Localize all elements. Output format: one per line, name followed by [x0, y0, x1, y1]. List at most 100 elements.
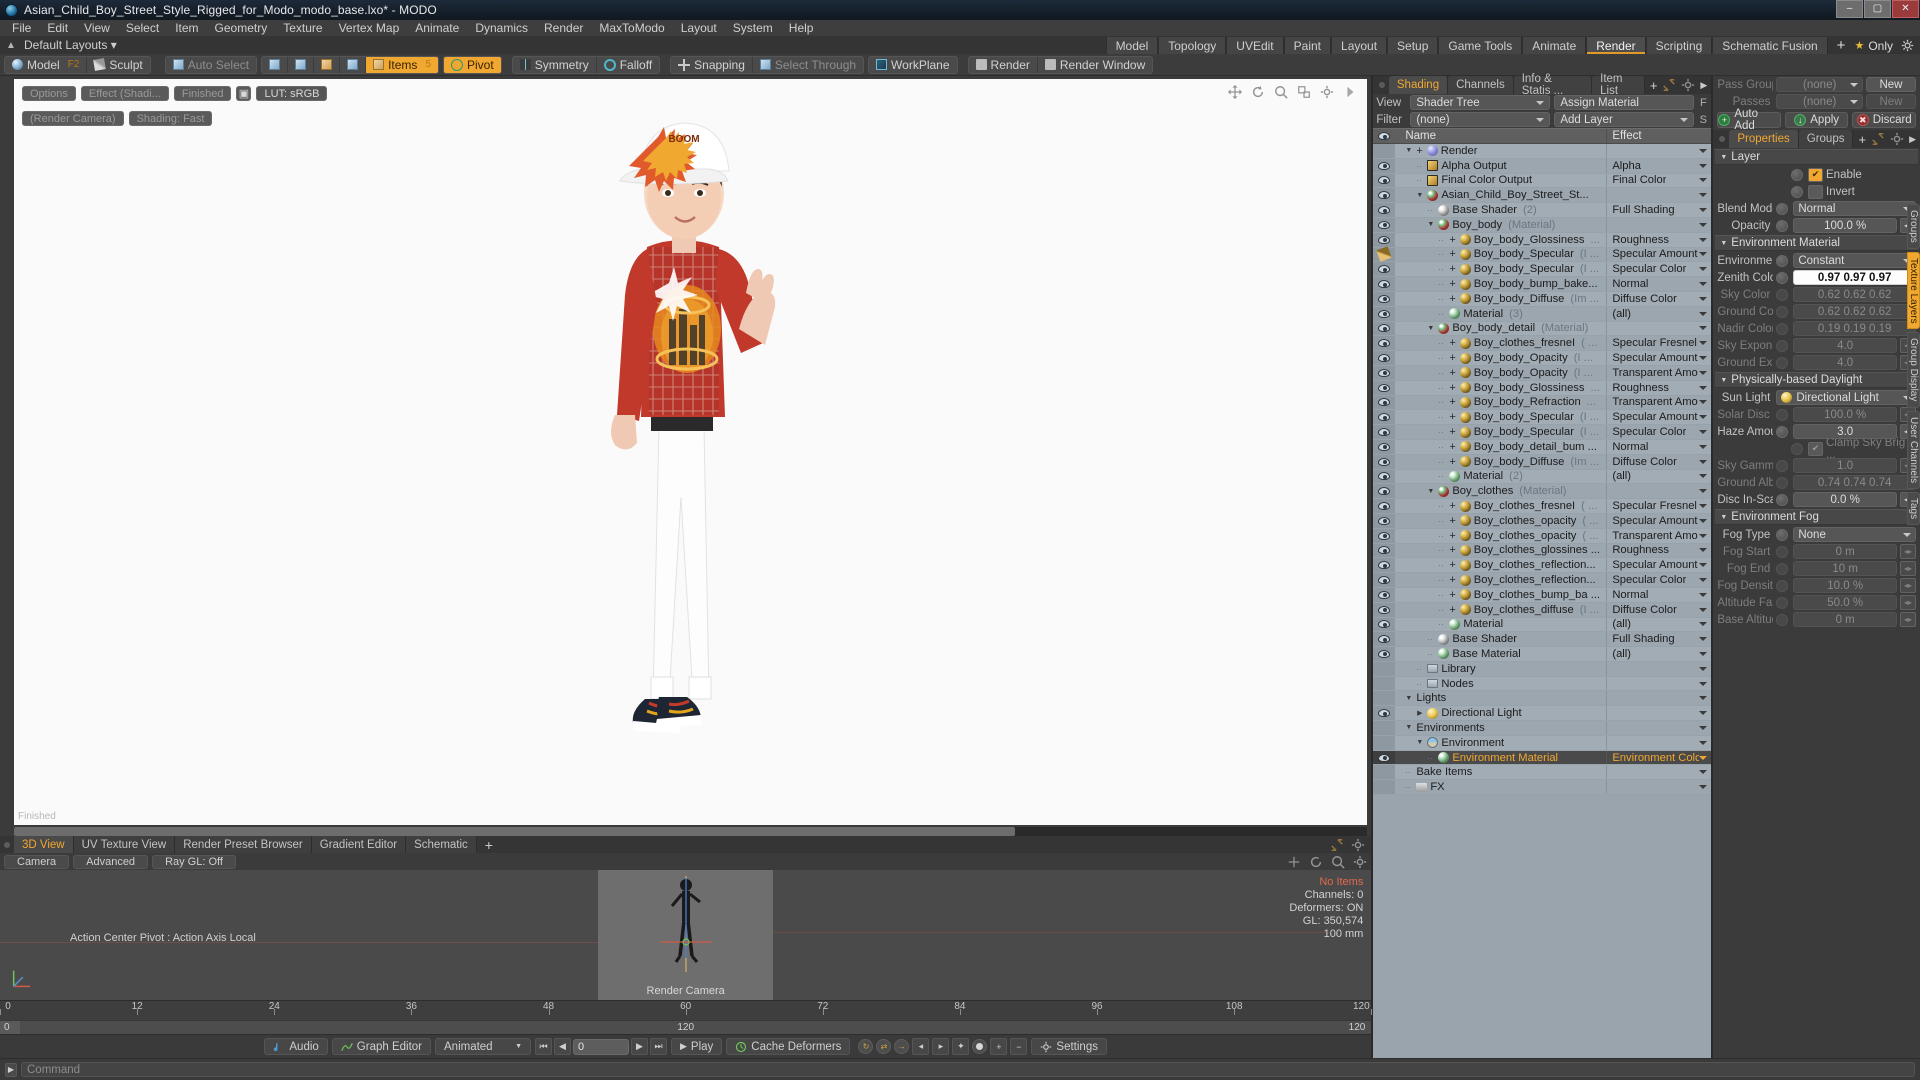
eye-icon[interactable] — [1373, 217, 1396, 232]
chevron-down-icon[interactable] — [1699, 459, 1708, 464]
viewport-lut-chip[interactable]: LUT: sRGB — [256, 86, 328, 101]
last-frame-button[interactable]: ⏭ — [650, 1038, 667, 1055]
shader-tree-row-effect[interactable]: Roughness — [1606, 232, 1711, 247]
settings-button[interactable]: Settings — [1031, 1038, 1107, 1055]
shader-tree-row-effect[interactable]: Transparent Amo ... — [1606, 528, 1711, 543]
symmetry-button[interactable]: Symmetry — [513, 56, 597, 73]
shader-tree-row[interactable]: ·· + Boy_body_Glossiness... Roughness — [1373, 232, 1712, 248]
tree-disclosure-icon[interactable]: ▼ — [1404, 695, 1413, 702]
environment-material-field[interactable]: 0.19 0.19 0.19 — [1793, 321, 1916, 336]
shader-tree-row[interactable]: ·· Bake Items — [1373, 765, 1712, 781]
viewport-horizontal-scrollbar[interactable] — [14, 827, 1368, 836]
shader-tree-row[interactable]: ▼ Lights — [1373, 691, 1712, 707]
timeline-ruler[interactable]: 0 12 24 36 48 60 72 84 96 108 120 — [0, 1001, 1373, 1019]
filter-dropdown[interactable]: (none) — [1410, 112, 1551, 127]
chevron-down-icon[interactable] — [1699, 326, 1708, 331]
expand-texture-icon[interactable]: + — [1449, 589, 1455, 601]
enable-checkbox[interactable]: ✔ — [1808, 167, 1823, 182]
pass-groups-dropdown[interactable]: (none) — [1776, 77, 1863, 92]
daylight-knob[interactable] — [1776, 425, 1789, 438]
environment-fog-field[interactable]: 50.0 % — [1793, 595, 1897, 610]
scrollbar-track[interactable] — [1015, 827, 1367, 836]
expand-texture-icon[interactable]: + — [1449, 396, 1455, 408]
sculpt-mode-button[interactable]: Sculpt — [87, 57, 149, 73]
chevron-down-icon[interactable] — [1699, 770, 1708, 775]
expand-texture-icon[interactable]: + — [1449, 382, 1455, 394]
menu-item-select[interactable]: Select — [118, 20, 167, 37]
environment-material-knob[interactable] — [1776, 254, 1789, 267]
expand-texture-icon[interactable]: + — [1449, 337, 1455, 349]
eye-icon[interactable] — [1373, 484, 1396, 499]
chevron-right-icon[interactable]: ▶ — [5, 1062, 17, 1077]
chevron-down-icon[interactable] — [1699, 637, 1708, 642]
enable-knob[interactable] — [1791, 168, 1803, 181]
shader-tree-row-effect[interactable]: Specular Fresnel — [1606, 499, 1711, 513]
workplane-button[interactable]: WorkPlane — [869, 57, 956, 73]
shader-tree-row[interactable]: ·· Material (3) (all) — [1373, 306, 1712, 322]
shader-tree-row-effect[interactable]: Full Shading — [1606, 203, 1711, 217]
expand-texture-icon[interactable]: + — [1449, 352, 1455, 364]
add-layer-dropdown[interactable]: Add Layer — [1554, 112, 1695, 127]
shader-tree-row-effect[interactable] — [1606, 721, 1711, 735]
clamp-sky-knob[interactable] — [1791, 442, 1803, 455]
layout-tab-schematic-fusion[interactable]: Schematic Fusion — [1712, 37, 1828, 54]
properties-tab-properties[interactable]: Properties — [1729, 130, 1799, 148]
pin-icon[interactable]: ▲ — [4, 39, 18, 53]
apply-button[interactable]: ↓ Apply — [1784, 112, 1849, 128]
side-tab-tags[interactable]: Tags — [1907, 491, 1920, 526]
shader-tree-row-effect[interactable]: Specular Color — [1606, 262, 1711, 277]
expand-texture-icon[interactable]: + — [1449, 500, 1455, 512]
add-layout-tab-button[interactable]: + — [1828, 37, 1855, 54]
eye-icon[interactable] — [1373, 425, 1396, 439]
daylight-field[interactable]: 1.0 — [1793, 458, 1897, 473]
environment-material-section-header[interactable]: ▼ Environment Material — [1715, 235, 1918, 251]
tree-disclosure-icon[interactable]: ▼ — [1404, 724, 1413, 731]
panel-menu-dot-icon[interactable] — [4, 841, 10, 848]
gear-icon[interactable] — [1890, 132, 1904, 146]
daylight-field[interactable]: 100.0 % — [1793, 407, 1897, 422]
shader-tree-row[interactable]: ▼ Boy_body_detail (Material) — [1373, 321, 1712, 337]
chevron-down-icon[interactable] — [1699, 296, 1708, 301]
shader-tree-row-effect[interactable]: Specular Amount — [1606, 351, 1711, 365]
add-bottom-tab-button[interactable]: + — [477, 836, 501, 853]
shader-tree-row[interactable]: ·· Material (all) — [1373, 617, 1712, 633]
layout-tab-game-tools[interactable]: Game Tools — [1438, 37, 1523, 54]
environment-material-knob[interactable] — [1776, 271, 1789, 284]
menu-item-help[interactable]: Help — [781, 20, 822, 37]
expand-texture-icon[interactable]: + — [1449, 367, 1455, 379]
eye-icon[interactable] — [1373, 365, 1396, 380]
environment-fog-knob[interactable] — [1776, 613, 1789, 626]
passes-new-button[interactable]: New — [1866, 94, 1916, 109]
daylight-field[interactable]: 0.74 0.74 0.74 — [1793, 475, 1916, 490]
close-button[interactable]: ✕ — [1892, 0, 1919, 18]
eye-icon[interactable] — [1373, 277, 1396, 291]
autokey-icon[interactable]: ✦ — [952, 1038, 970, 1055]
shader-view-dropdown[interactable]: Shader Tree — [1410, 95, 1551, 110]
scrollbar-thumb[interactable] — [14, 827, 1016, 836]
timeline-range-bar[interactable]: 0 120 120 — [0, 1020, 1372, 1034]
shader-tree-row[interactable]: ·· + Boy_clothes_glossines ... Roughness — [1373, 543, 1712, 559]
current-frame-field[interactable]: 0 — [573, 1038, 629, 1055]
menu-item-view[interactable]: View — [76, 20, 118, 37]
items-mode-button[interactable]: Items 5 — [366, 56, 438, 73]
panel-overflow-icon[interactable]: ▶ — [1909, 134, 1916, 145]
chevron-down-icon[interactable] — [1699, 533, 1708, 538]
shader-tree-row-effect[interactable]: Normal — [1606, 587, 1711, 602]
environment-material-field[interactable]: 4.0 — [1793, 355, 1897, 370]
shader-tree-row[interactable]: ·· + Boy_body_bump_bake... Normal — [1373, 277, 1712, 292]
invert-checkbox[interactable] — [1808, 184, 1823, 199]
chevron-down-icon[interactable] — [1699, 222, 1708, 227]
snapping-button[interactable]: Snapping — [671, 56, 753, 73]
environment-fog-field[interactable]: 0 m — [1793, 544, 1897, 559]
shader-tree-row-effect[interactable]: Alpha — [1606, 158, 1711, 173]
chevron-down-icon[interactable] — [1699, 651, 1708, 656]
eye-icon[interactable] — [1373, 158, 1396, 173]
chevron-down-icon[interactable] — [1699, 666, 1708, 671]
cache-deformers-button[interactable]: Cache Deformers — [726, 1038, 851, 1055]
eye-icon[interactable] — [1373, 558, 1396, 573]
chevron-down-icon[interactable] — [1699, 148, 1708, 153]
timeline[interactable]: 0 12 24 36 48 60 72 84 96 108 120 0 120 120 — [0, 1000, 1373, 1034]
environment-fog-stepper[interactable]: ◂▸ — [1900, 544, 1916, 559]
shader-tree-row-effect[interactable]: Roughness — [1606, 380, 1711, 395]
chevron-down-icon[interactable] — [1699, 370, 1708, 375]
